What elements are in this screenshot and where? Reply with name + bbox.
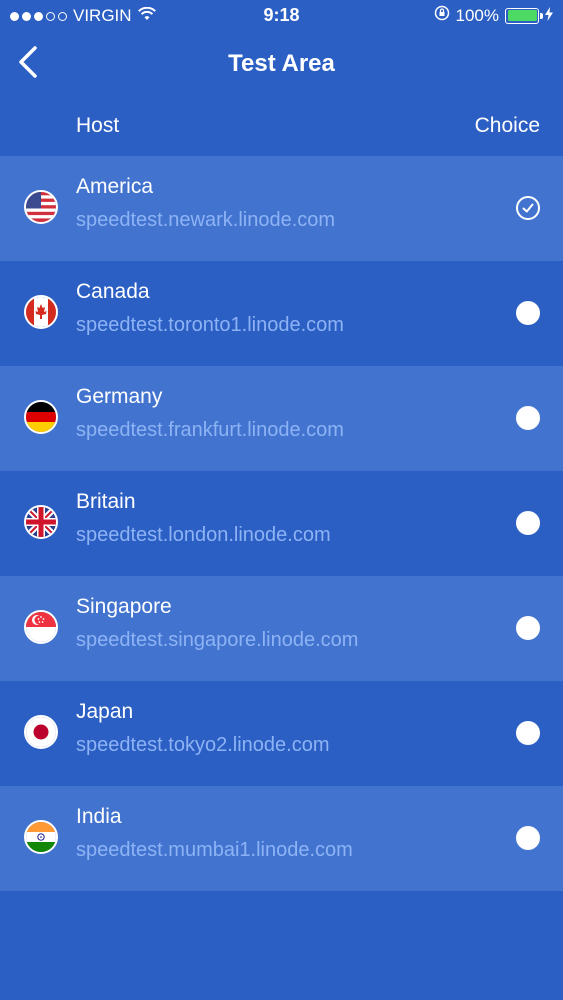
unselected-radio[interactable]	[516, 511, 540, 535]
host-address: speedtest.frankfurt.linode.com	[76, 419, 344, 441]
unselected-radio[interactable]	[516, 721, 540, 745]
india-flag-icon	[24, 820, 58, 854]
server-row-america[interactable]: America speedtest.newark.linode.com	[0, 156, 563, 261]
navigation-bar: Test Area	[0, 32, 563, 96]
country-name: Japan	[76, 700, 134, 723]
server-row-canada[interactable]: Canada speedtest.toronto1.linode.com	[0, 261, 563, 366]
status-right: 100%	[434, 5, 553, 26]
unselected-radio[interactable]	[516, 616, 540, 640]
country-name: Britain	[76, 490, 136, 513]
unselected-radio[interactable]	[516, 826, 540, 850]
charging-icon	[545, 6, 553, 26]
column-header: Host Choice	[0, 96, 563, 156]
unselected-radio[interactable]	[516, 301, 540, 325]
host-address: speedtest.mumbai1.linode.com	[76, 839, 353, 861]
status-bar: VIRGIN 9:18 100%	[0, 0, 563, 32]
orientation-lock-icon	[434, 5, 450, 26]
host-address: speedtest.tokyo2.linode.com	[76, 734, 330, 756]
country-name: Germany	[76, 385, 163, 408]
server-row-germany[interactable]: Germany speedtest.frankfurt.linode.com	[0, 366, 563, 471]
server-row-singapore[interactable]: Singapore speedtest.singapore.linode.com	[0, 576, 563, 681]
server-row-japan[interactable]: Japan speedtest.tokyo2.linode.com	[0, 681, 563, 786]
page-title: Test Area	[228, 50, 335, 77]
host-address: speedtest.singapore.linode.com	[76, 629, 359, 651]
canada-flag-icon	[24, 295, 58, 329]
host-address: speedtest.london.linode.com	[76, 524, 331, 546]
country-name: Canada	[76, 280, 150, 303]
server-list: America speedtest.newark.linode.com Cana…	[0, 156, 563, 891]
battery-percent: 100%	[455, 5, 499, 25]
germany-flag-icon	[24, 400, 58, 434]
choice-column-label: Choice	[474, 114, 540, 137]
battery-icon	[505, 7, 543, 24]
server-row-britain[interactable]: Britain speedtest.london.linode.com	[0, 471, 563, 576]
uk-flag-icon	[24, 505, 58, 539]
unselected-radio[interactable]	[516, 406, 540, 430]
host-address: speedtest.newark.linode.com	[76, 209, 336, 231]
host-column-label: Host	[76, 114, 120, 137]
country-name: India	[76, 805, 122, 828]
country-name: America	[76, 175, 154, 198]
server-row-india[interactable]: India speedtest.mumbai1.linode.com	[0, 786, 563, 891]
japan-flag-icon	[24, 715, 58, 749]
singapore-flag-icon	[24, 610, 58, 644]
us-flag-icon	[24, 190, 58, 224]
host-address: speedtest.toronto1.linode.com	[76, 314, 344, 336]
country-name: Singapore	[76, 595, 172, 618]
selected-radio[interactable]	[516, 196, 540, 220]
